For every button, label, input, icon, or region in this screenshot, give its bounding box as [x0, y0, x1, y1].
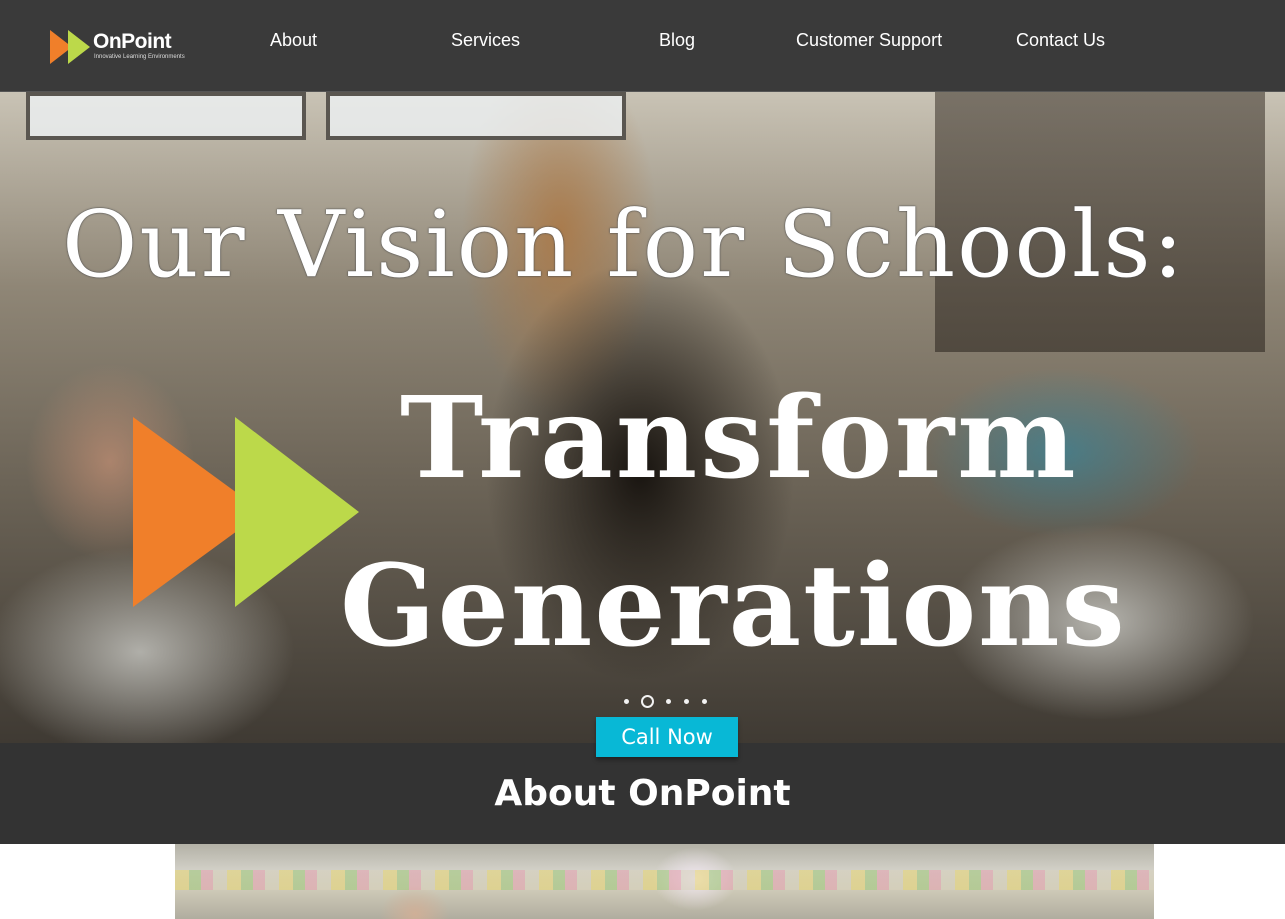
slide-dot-4[interactable] [684, 699, 689, 704]
classroom-window [26, 92, 306, 140]
about-title: About OnPoint [494, 773, 791, 814]
slide-indicators [620, 694, 720, 710]
slide-dot-5[interactable] [702, 699, 707, 704]
site-header: OnPoint Innovative Learning Environments… [0, 0, 1285, 92]
slide-dot-1[interactable] [624, 699, 629, 704]
hero-heading-line-2: Transform [400, 373, 1079, 504]
nav-item-blog[interactable]: Blog [659, 29, 695, 51]
slide-dot-2[interactable] [641, 695, 654, 708]
main-nav: About Services Blog Customer Support Con… [0, 29, 1285, 51]
about-photo [175, 844, 1154, 919]
hero-slideshow[interactable]: Our Vision for Schools: Transform Genera… [0, 92, 1285, 743]
nav-item-customer-support[interactable]: Customer Support [796, 29, 942, 51]
nav-item-contact-us[interactable]: Contact Us [1016, 29, 1105, 51]
about-section-header: About OnPoint [0, 743, 1285, 844]
fast-forward-arrows-icon [133, 417, 359, 607]
logo-tagline: Innovative Learning Environments [94, 54, 185, 60]
slide-dot-3[interactable] [666, 699, 671, 704]
call-now-button[interactable]: Call Now [596, 717, 738, 757]
hero-heading-line-1: Our Vision for Schools: [62, 191, 1186, 298]
nav-item-services[interactable]: Services [451, 29, 520, 51]
hero-heading-line-3: Generations [340, 541, 1127, 672]
classroom-bulletin-strip [175, 870, 1154, 890]
nav-item-about[interactable]: About [270, 29, 317, 51]
classroom-window [326, 92, 626, 140]
